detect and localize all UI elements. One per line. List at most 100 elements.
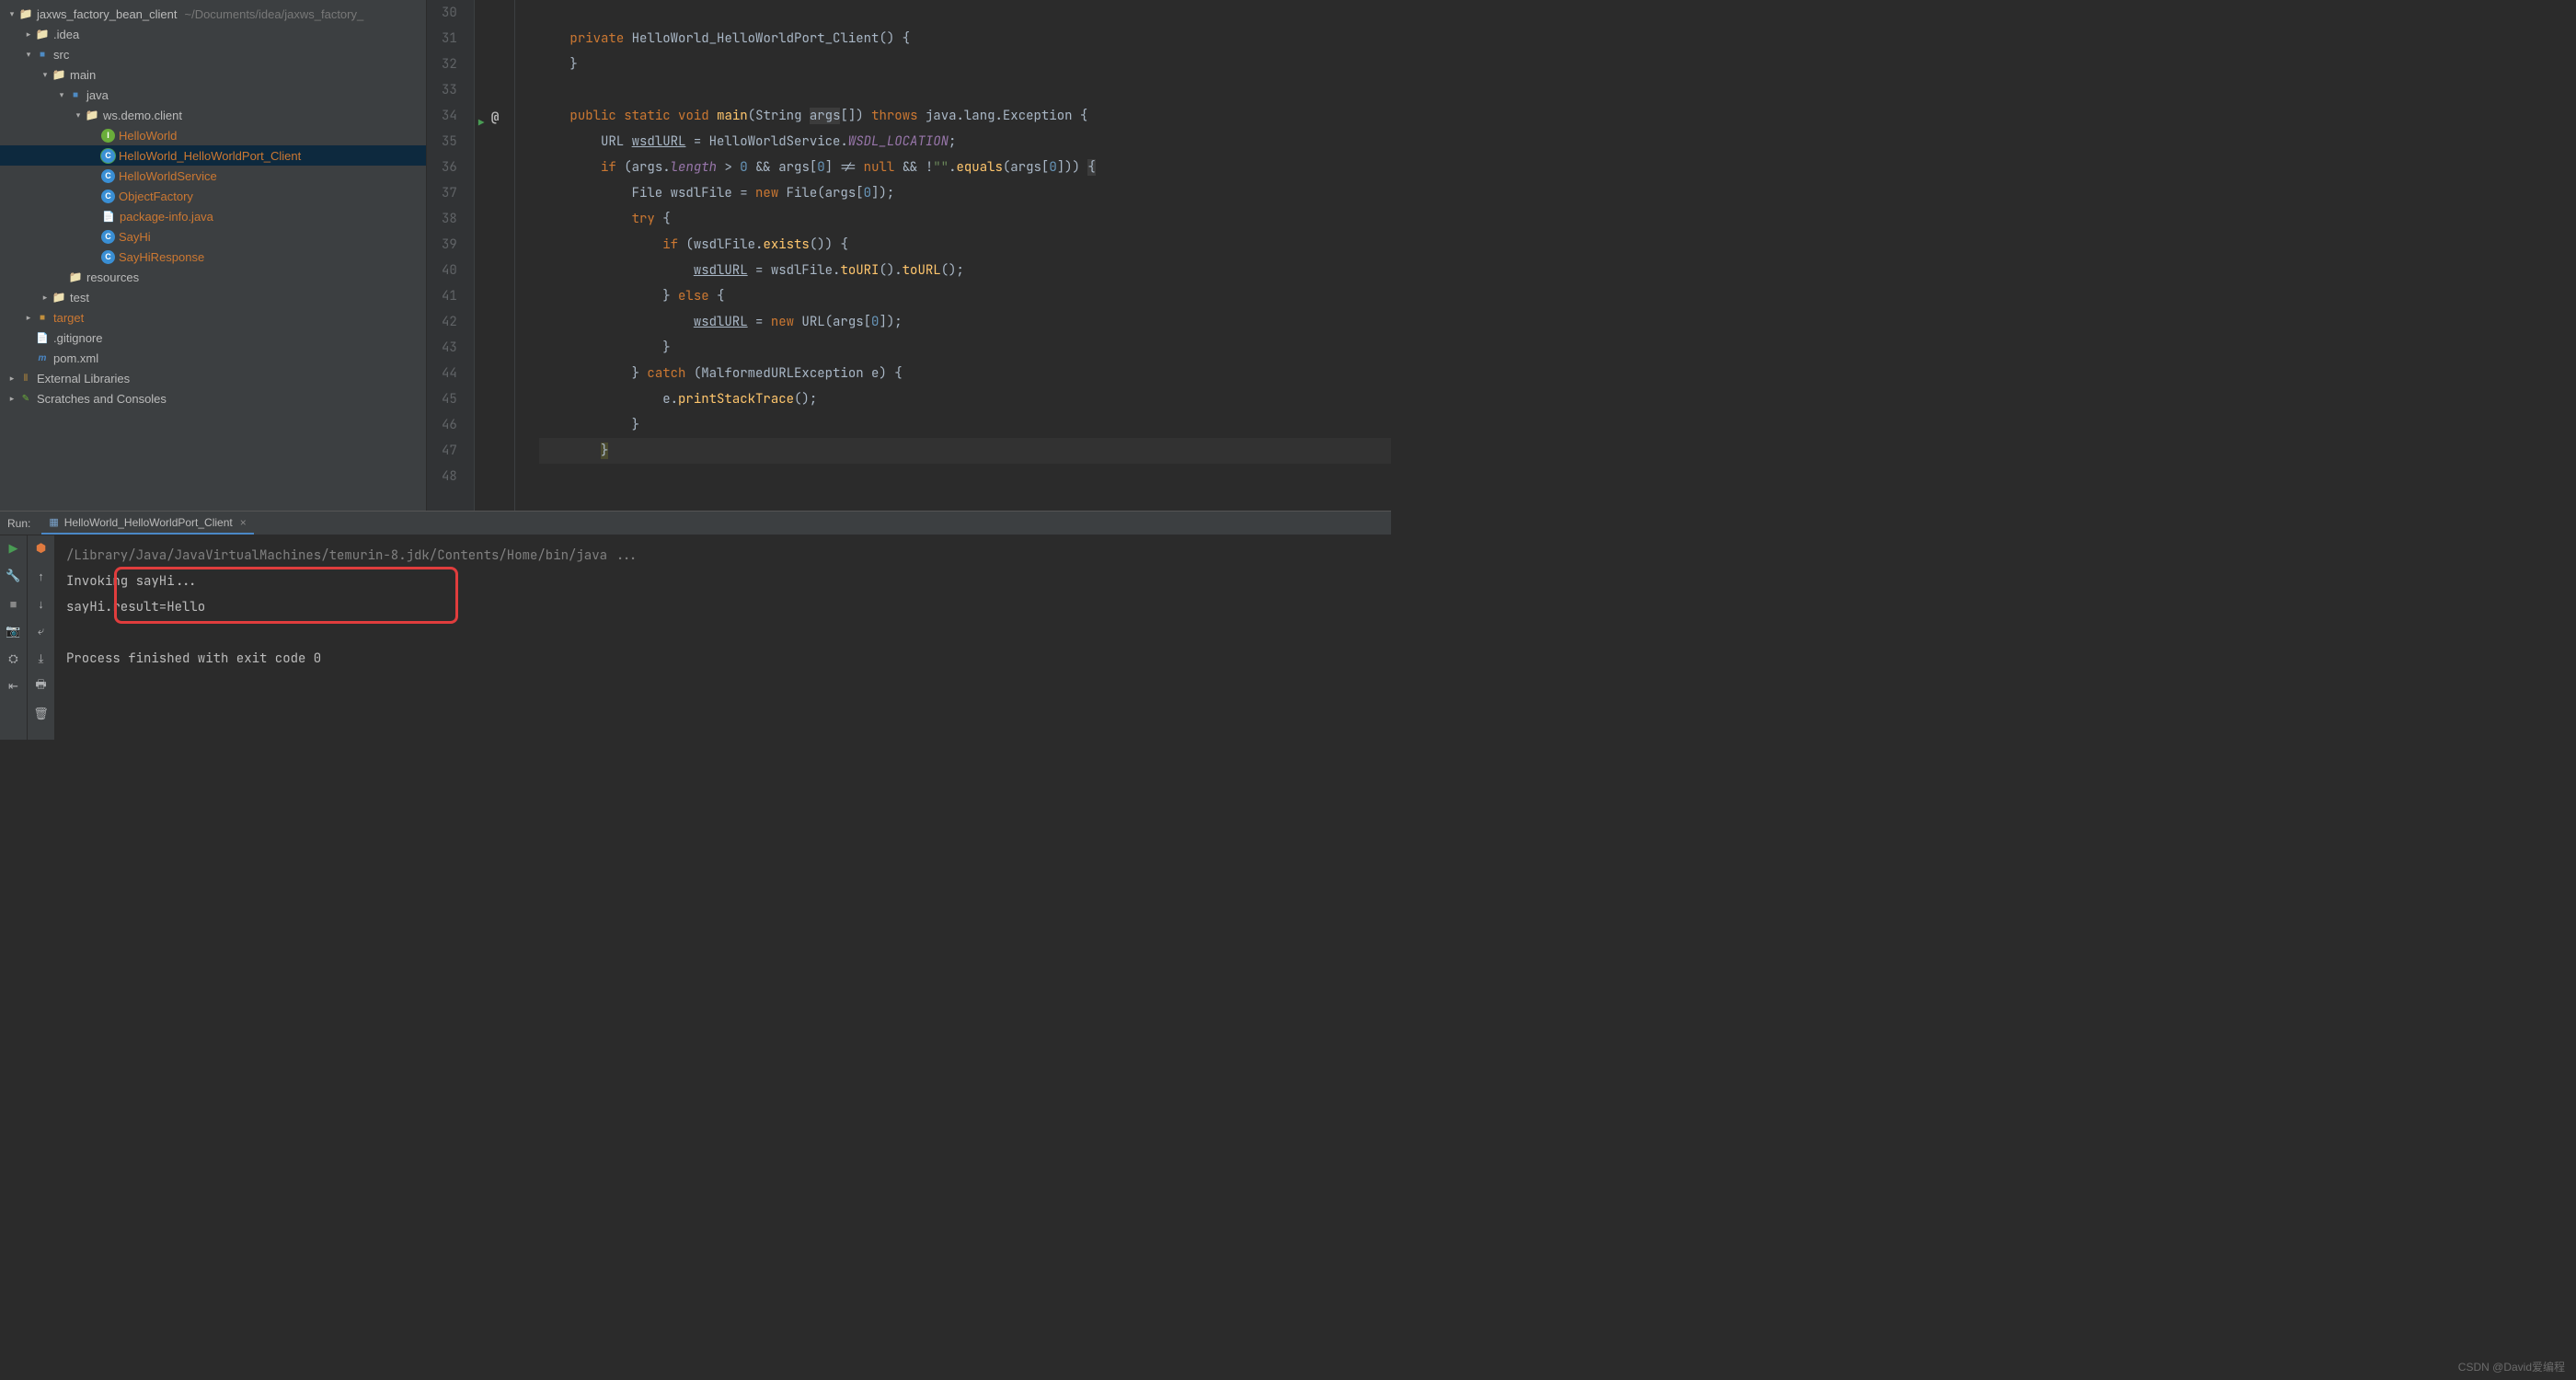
camera-icon[interactable]: 📷 (6, 624, 21, 638)
tree-item[interactable]: main (0, 64, 426, 85)
run-panel-header: Run: ▦ HelloWorld_HelloWorldPort_Client … (0, 512, 1391, 535)
code-line[interactable]: wsdlURL = new URL(args[0]); (539, 309, 1391, 335)
soft-wrap-icon[interactable]: ⤶ (34, 624, 49, 638)
code-line[interactable]: } else { (539, 283, 1391, 309)
tree-item[interactable]: ■java (0, 85, 426, 105)
code-line[interactable] (539, 0, 1391, 26)
tree-label: src (53, 48, 69, 62)
code-line[interactable]: } (539, 438, 1391, 464)
tree-item[interactable]: ⫴External Libraries (0, 368, 426, 388)
code-line[interactable]: } (539, 412, 1391, 438)
tree-item[interactable]: mpom.xml (0, 348, 426, 368)
expand-arrow-icon[interactable] (6, 9, 18, 19)
code-line[interactable] (539, 464, 1391, 489)
tree-label: Scratches and Consoles (37, 392, 167, 406)
down-arrow-icon[interactable]: ↓ (34, 596, 49, 611)
tree-label: main (70, 68, 96, 82)
code-line[interactable] (539, 77, 1391, 103)
stop-icon[interactable]: ■ (6, 596, 21, 611)
expand-arrow-icon[interactable] (39, 293, 52, 303)
console-line: sayHi.result=Hello (66, 594, 1380, 620)
expand-arrow-icon[interactable] (22, 50, 35, 60)
code-line[interactable]: } (539, 335, 1391, 361)
tree-item[interactable]: test (0, 287, 426, 307)
tree-item[interactable]: CHelloWorldService (0, 166, 426, 186)
bug-icon[interactable]: ⛭ (6, 651, 21, 666)
console-output[interactable]: /Library/Java/JavaVirtualMachines/temuri… (55, 535, 1391, 740)
code-line[interactable]: if (args.length > 0 && args[0] != null &… (539, 155, 1391, 180)
expand-arrow-icon[interactable] (72, 110, 85, 121)
code-line[interactable]: public static void main(String args[]) t… (539, 103, 1391, 129)
code-line[interactable]: private HelloWorld_HelloWorldPort_Client… (539, 26, 1391, 52)
close-icon[interactable]: × (240, 516, 247, 529)
expand-arrow-icon[interactable] (22, 29, 35, 40)
tree-item[interactable]: ✎Scratches and Consoles (0, 388, 426, 408)
tree-item[interactable]: CHelloWorld_HelloWorldPort_Client (0, 145, 426, 166)
folder-icon (68, 270, 83, 284)
tree-label: SayHi (119, 230, 151, 244)
project-tree-panel[interactable]: jaxws_factory_bean_client~/Documents/ide… (0, 0, 427, 511)
breakpoints-icon[interactable]: ⬢ (34, 541, 49, 556)
gutter-marks[interactable]: ▶@ (475, 0, 500, 511)
tree-item[interactable]: jaxws_factory_bean_client~/Documents/ide… (0, 4, 426, 24)
editor-area[interactable]: 30313233343536373839404142434445464748 ▶… (427, 0, 1391, 511)
watermark: CSDN @David爱编程 (2458, 1359, 2565, 1374)
tree-label: package-info.java (120, 210, 213, 224)
tree-item[interactable]: ws.demo.client (0, 105, 426, 125)
trash-icon[interactable]: 🗑 (34, 707, 49, 721)
folder-icon (85, 108, 99, 122)
console-line (66, 620, 1380, 646)
maven-icon: m (35, 351, 50, 365)
override-gutter-icon[interactable]: @ (491, 105, 499, 131)
tree-label: pom.xml (53, 351, 98, 365)
tree-item[interactable]: IHelloWorld (0, 125, 426, 145)
fold-column[interactable] (500, 0, 515, 511)
rerun-icon[interactable]: ▶ (6, 541, 21, 556)
tree-label: jaxws_factory_bean_client (37, 7, 177, 21)
folder-icon (52, 67, 66, 82)
tree-item[interactable]: C SayHi (0, 226, 426, 247)
expand-arrow-icon[interactable] (55, 90, 68, 100)
code-line[interactable]: try { (539, 206, 1391, 232)
run-tab[interactable]: ▦ HelloWorld_HelloWorldPort_Client × (41, 512, 253, 535)
scroll-to-end-icon[interactable]: ⤓ (34, 651, 49, 666)
run-toolbar-left: ▶ 🔧 ■ 📷 ⛭ ⇤ (0, 535, 28, 740)
tree-item[interactable]: ■src (0, 44, 426, 64)
code-line[interactable]: File wsdlFile = new File(args[0]); (539, 180, 1391, 206)
code-line[interactable]: wsdlURL = wsdlFile.toURI().toURL(); (539, 258, 1391, 283)
console-line: Process finished with exit code 0 (66, 646, 1380, 672)
console-line: Invoking sayHi... (66, 569, 1380, 594)
source-folder-icon: ■ (68, 87, 83, 102)
source-folder-icon: ■ (35, 47, 50, 62)
class-icon: C (101, 149, 115, 163)
run-gutter-icon[interactable]: ▶ (478, 110, 485, 136)
tree-item[interactable]: 📄.gitignore (0, 328, 426, 348)
tree-item[interactable]: CSayHiResponse (0, 247, 426, 267)
run-toolbar-secondary: ⬢ ↑ ↓ ⤶ ⤓ 🖶 🗑 (28, 535, 55, 740)
code-line[interactable]: e.printStackTrace(); (539, 386, 1391, 412)
code-line[interactable]: } catch (MalformedURLException e) { (539, 361, 1391, 386)
wrench-icon[interactable]: 🔧 (6, 569, 21, 583)
expand-arrow-icon[interactable] (39, 70, 52, 80)
tree-label: target (53, 311, 84, 325)
interface-icon: I (101, 129, 115, 143)
expand-arrow-icon[interactable] (22, 313, 35, 323)
tree-item[interactable]: CObjectFactory (0, 186, 426, 206)
file-icon: 📄 (35, 330, 50, 345)
code-line[interactable]: URL wsdlURL = HelloWorldService.WSDL_LOC… (539, 129, 1391, 155)
code-line[interactable]: if (wsdlFile.exists()) { (539, 232, 1391, 258)
expand-arrow-icon[interactable] (6, 374, 18, 384)
exit-icon[interactable]: ⇤ (6, 679, 21, 694)
tree-item[interactable]: .idea (0, 24, 426, 44)
code-content[interactable]: private HelloWorld_HelloWorldPort_Client… (515, 0, 1391, 511)
console-line: /Library/Java/JavaVirtualMachines/temuri… (66, 543, 1380, 569)
tree-item[interactable]: 📄package-info.java (0, 206, 426, 226)
expand-arrow-icon[interactable] (6, 394, 18, 404)
tree-label: .gitignore (53, 331, 102, 345)
tree-item[interactable]: ■target (0, 307, 426, 328)
class-icon: C (101, 230, 115, 244)
up-arrow-icon[interactable]: ↑ (34, 569, 49, 583)
code-line[interactable]: } (539, 52, 1391, 77)
tree-item[interactable]: resources (0, 267, 426, 287)
print-icon[interactable]: 🖶 (34, 679, 49, 694)
